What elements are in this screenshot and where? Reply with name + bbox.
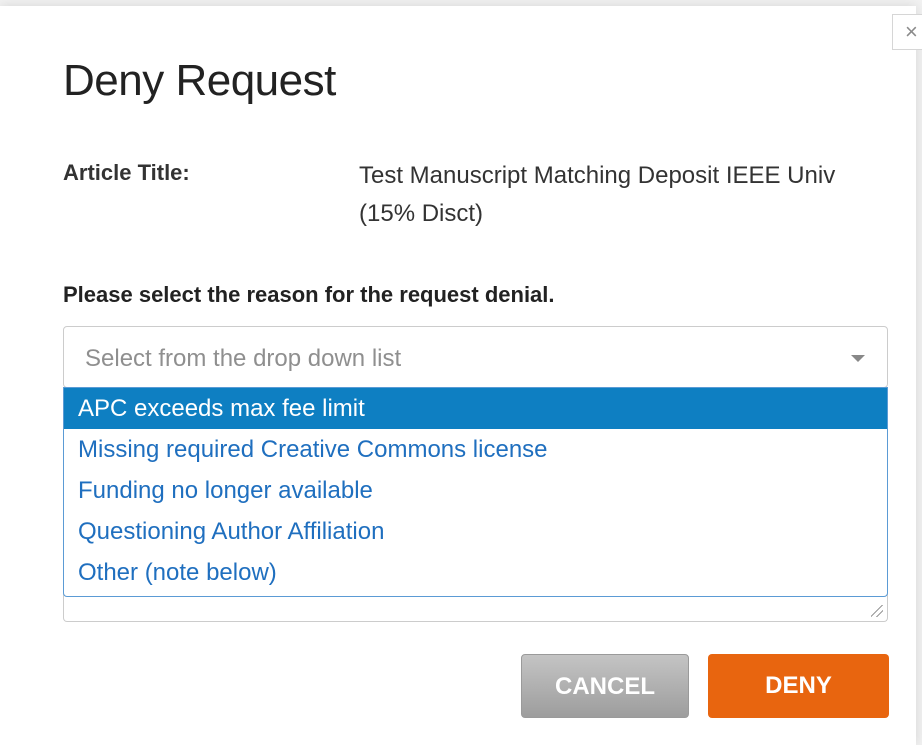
reason-option-funding-unavailable[interactable]: Funding no longer available <box>64 470 887 511</box>
close-icon[interactable]: × <box>892 14 922 50</box>
article-title-value: Test Manuscript Matching Deposit IEEE Un… <box>359 162 836 227</box>
deny-request-dialog: × Deny Request Article Title: Test Manus… <box>0 6 922 745</box>
reason-dropdown-list: APC exceeds max fee limit Missing requir… <box>63 387 888 597</box>
chevron-down-icon <box>851 355 865 362</box>
resize-handle-icon[interactable] <box>871 605 883 617</box>
reason-option-missing-cc-license[interactable]: Missing required Creative Commons licens… <box>64 429 887 470</box>
dialog-title: Deny Request <box>63 56 336 105</box>
reason-select[interactable]: Select from the drop down list <box>63 326 888 388</box>
cancel-button[interactable]: CANCEL <box>521 654 689 718</box>
reason-option-other[interactable]: Other (note below) <box>64 552 887 593</box>
reason-prompt: Please select the reason for the request… <box>63 282 555 307</box>
deny-button[interactable]: DENY <box>708 654 889 718</box>
reason-option-author-affiliation[interactable]: Questioning Author Affiliation <box>64 511 887 552</box>
reason-select-placeholder: Select from the drop down list <box>85 345 402 372</box>
reason-option-apc-exceeds[interactable]: APC exceeds max fee limit <box>64 388 887 429</box>
article-title-label: Article Title: <box>63 160 190 185</box>
